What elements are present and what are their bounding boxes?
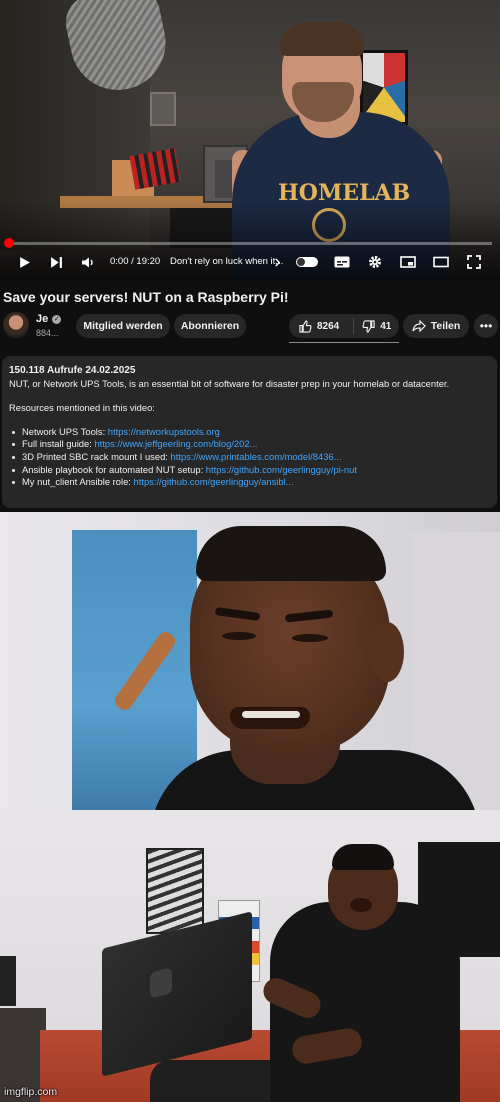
resources-heading: Resources mentioned in this video: bbox=[9, 402, 155, 414]
player-controls: 0:00 / 19:20 Don't rely on luck when it.… bbox=[0, 250, 500, 274]
resource-label: My nut_client Ansible role: bbox=[22, 476, 134, 488]
description-box[interactable]: 150.118 Aufrufe 24.02.2025 NUT, or Netwo… bbox=[2, 356, 497, 508]
resource-link[interactable]: https://github.com/geerlingguy/pi-nut bbox=[206, 464, 357, 475]
subscribe-button[interactable]: Abonnieren bbox=[174, 314, 246, 338]
thumbs-down-icon bbox=[362, 319, 375, 333]
man-mouth bbox=[350, 898, 372, 912]
share-label: Teilen bbox=[430, 320, 461, 332]
fullscreen-icon[interactable] bbox=[466, 254, 482, 270]
resource-link[interactable]: https://www.printables.com/model/8436... bbox=[171, 451, 342, 462]
like-button[interactable]: 8264 bbox=[289, 319, 340, 333]
channel-name-row[interactable]: Je ✓ bbox=[36, 313, 62, 325]
man-ear bbox=[370, 622, 404, 682]
miniplayer-icon[interactable] bbox=[400, 254, 416, 270]
resource-label: Network UPS Tools: bbox=[22, 425, 108, 437]
resource-label: Ansible playbook for automated NUT setup… bbox=[22, 463, 206, 475]
list-item: Full install guide: https://www.jeffgeer… bbox=[9, 438, 490, 451]
resource-label: 3D Printed SBC rack mount I used: bbox=[22, 450, 171, 462]
channel-name[interactable]: Je bbox=[36, 313, 48, 325]
thumbs-up-icon bbox=[299, 319, 312, 333]
subtitles-icon[interactable] bbox=[334, 254, 350, 270]
progress-scrubber[interactable] bbox=[4, 238, 14, 248]
man-hair bbox=[196, 526, 386, 581]
chevron-right-icon[interactable] bbox=[272, 254, 282, 270]
volume-icon[interactable] bbox=[80, 254, 96, 270]
dislike-count: 41 bbox=[380, 320, 392, 332]
avatar[interactable] bbox=[3, 312, 29, 338]
theater-icon[interactable] bbox=[433, 254, 449, 270]
next-icon[interactable] bbox=[48, 254, 64, 270]
subscriber-count: 884... bbox=[36, 328, 59, 338]
list-item: My nut_client Ansible role: https://gith… bbox=[9, 476, 490, 489]
like-underline bbox=[289, 342, 399, 343]
share-button[interactable]: Teilen bbox=[403, 314, 469, 338]
resource-link[interactable]: https://networkupstools.org bbox=[108, 426, 220, 437]
speaker bbox=[0, 956, 16, 1006]
description-summary: NUT, or Network UPS Tools, is an essenti… bbox=[9, 377, 450, 389]
progress-bar[interactable] bbox=[8, 242, 492, 245]
wall-poster bbox=[146, 848, 204, 934]
view-count-date: 150.118 Aufrufe 24.02.2025 bbox=[9, 365, 136, 376]
chapter-title[interactable]: Don't rely on luck when it... bbox=[170, 256, 283, 267]
meme-panel-reading bbox=[0, 512, 500, 810]
graphics-card bbox=[129, 148, 181, 190]
verified-icon: ✓ bbox=[52, 314, 62, 324]
autoplay-toggle[interactable] bbox=[296, 257, 318, 267]
video-title: Save your servers! NUT on a Raspberry Pi… bbox=[3, 289, 289, 305]
watermark: imgflip.com bbox=[4, 1086, 58, 1098]
wall-frame bbox=[150, 92, 176, 126]
dislike-button[interactable]: 41 bbox=[354, 319, 392, 333]
list-item: Network UPS Tools: https://networkupstoo… bbox=[9, 426, 490, 439]
join-button[interactable]: Mitglied werden bbox=[76, 314, 170, 338]
video-player[interactable]: HOMELAB 0:00 / 19:20 Don't rely on luck … bbox=[0, 0, 500, 280]
share-icon bbox=[412, 320, 426, 332]
resource-list: Network UPS Tools: https://networkupstoo… bbox=[9, 426, 490, 489]
resource-link[interactable]: https://www.jeffgeerling.com/blog/202... bbox=[94, 438, 257, 449]
meme-panel-laptop bbox=[0, 810, 500, 1102]
man-teeth bbox=[242, 711, 300, 718]
man-hair bbox=[332, 844, 394, 870]
man-eye bbox=[222, 632, 256, 640]
man-eye bbox=[292, 634, 328, 642]
more-actions-button[interactable]: ••• bbox=[474, 314, 498, 338]
list-item: 3D Printed SBC rack mount I used: https:… bbox=[9, 451, 490, 464]
resource-link[interactable]: https://github.com/geerlingguy/ansibl... bbox=[134, 476, 294, 487]
like-count: 8264 bbox=[317, 320, 340, 332]
play-icon[interactable] bbox=[16, 254, 32, 270]
time-display: 0:00 / 19:20 bbox=[110, 256, 161, 267]
resource-label: Full install guide: bbox=[22, 438, 95, 450]
settings-icon[interactable] bbox=[367, 254, 383, 270]
list-item: Ansible playbook for automated NUT setup… bbox=[9, 464, 490, 477]
like-dislike-group: 8264 41 bbox=[289, 314, 399, 338]
host-hair bbox=[280, 22, 364, 56]
